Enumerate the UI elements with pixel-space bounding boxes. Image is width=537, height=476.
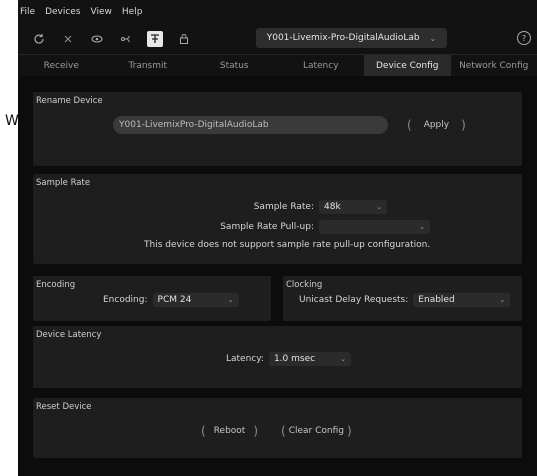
clear-config-button[interactable]: ( Clear Config )	[278, 424, 355, 438]
encoding-label: Encoding:	[103, 295, 148, 305]
close-icon[interactable]	[60, 31, 76, 47]
bracket-left-icon: (	[407, 118, 412, 132]
latency-row: Latency: 1.0 msec ⌄	[226, 352, 351, 366]
encoding-value: PCM 24	[157, 295, 192, 305]
reboot-button[interactable]: ( Reboot )	[193, 424, 266, 438]
tab-transmit[interactable]: Transmit	[105, 55, 192, 77]
reboot-label: Reboot	[213, 426, 246, 436]
network-icon[interactable]	[118, 31, 134, 47]
encoding-row: Encoding: PCM 24 ⌄	[103, 293, 239, 307]
clocking-title: Clocking	[286, 280, 323, 290]
clear-config-label: Clear Config	[288, 426, 344, 436]
identify-icon[interactable]	[147, 31, 163, 47]
chevron-down-icon: ⌄	[429, 33, 437, 43]
sample-rate-pullup-label: Sample Rate Pull-up:	[220, 222, 314, 232]
device-name-value: Y001-LivemixPro-DigitalAudioLab	[119, 120, 269, 130]
reset-device-panel: Reset Device ( Reboot ) ( Clear Config )	[33, 398, 522, 458]
device-config-content: Rename Device Y001-LivemixPro-DigitalAud…	[18, 76, 537, 476]
encoding-select[interactable]: PCM 24 ⌄	[152, 293, 239, 307]
toolbar: Y001-Livemix-Pro-DigitalAudioLab ⌄ ?	[18, 24, 537, 54]
latency-select[interactable]: 1.0 msec ⌄	[268, 352, 351, 366]
sample-rate-label: Sample Rate:	[253, 202, 314, 212]
chevron-down-icon: ⌄	[340, 355, 346, 363]
rename-device-title: Rename Device	[36, 96, 103, 106]
app-window: File Devices View Help Y001-Livemix-Pro-…	[18, 0, 537, 476]
bracket-right-icon: )	[346, 424, 352, 438]
sample-rate-title: Sample Rate	[36, 178, 91, 188]
clocking-panel: Clocking Unicast Delay Requests: Enabled…	[283, 276, 522, 321]
latency-value: 1.0 msec	[273, 354, 316, 364]
menu-help[interactable]: Help	[122, 7, 143, 17]
bracket-right-icon: )	[461, 118, 466, 132]
refresh-icon[interactable]	[31, 31, 47, 47]
sample-rate-select[interactable]: 48k ⌄	[319, 200, 387, 214]
menu-devices[interactable]: Devices	[45, 7, 80, 17]
tab-bar: Receive Transmit Status Latency Device C…	[18, 54, 537, 77]
tab-latency[interactable]: Latency	[278, 55, 365, 77]
device-name-input[interactable]: Y001-LivemixPro-DigitalAudioLab	[113, 116, 388, 134]
encoding-panel: Encoding Encoding: PCM 24 ⌄	[33, 276, 271, 321]
tab-device-config[interactable]: Device Config	[364, 55, 451, 77]
chevron-down-icon: ⌄	[499, 296, 506, 304]
encoding-title: Encoding	[36, 280, 76, 290]
help-icon[interactable]: ?	[517, 31, 531, 45]
bracket-left-icon: (	[281, 424, 286, 438]
bracket-left-icon: (	[201, 424, 206, 438]
latency-label: Latency:	[226, 354, 264, 364]
sample-rate-panel: Sample Rate Sample Rate: 48k ⌄ Sample Ra…	[33, 174, 522, 264]
pullup-note: This device does not support sample rate…	[144, 240, 431, 250]
device-latency-panel: Device Latency Latency: 1.0 msec ⌄	[33, 326, 522, 388]
apply-button[interactable]: ( Apply )	[395, 118, 478, 132]
lock-icon[interactable]	[176, 31, 192, 47]
sample-rate-row: Sample Rate: 48k ⌄	[254, 200, 387, 214]
unicast-delay-label: Unicast Delay Requests:	[299, 295, 409, 305]
sample-rate-pullup-row: Sample Rate Pull-up: ⌄	[220, 220, 430, 234]
chevron-down-icon: ⌄	[227, 296, 234, 304]
rename-device-panel: Rename Device Y001-LivemixPro-DigitalAud…	[33, 92, 522, 166]
clocking-row: Unicast Delay Requests: Enabled ⌄	[299, 293, 511, 307]
chevron-down-icon: ⌄	[419, 223, 425, 231]
chevron-down-icon: ⌄	[376, 203, 382, 211]
bracket-right-icon: )	[253, 424, 259, 438]
eye-icon[interactable]	[89, 31, 105, 47]
sample-rate-value: 48k	[324, 202, 341, 212]
device-select-value: Y001-Livemix-Pro-DigitalAudioLab	[266, 33, 420, 43]
menu-view[interactable]: View	[91, 7, 112, 17]
reset-device-title: Reset Device	[36, 402, 92, 412]
sample-rate-pullup-select[interactable]: ⌄	[319, 220, 430, 234]
tab-status[interactable]: Status	[191, 55, 278, 77]
menu-file[interactable]: File	[20, 7, 35, 17]
menu-bar: File Devices View Help	[18, 0, 537, 24]
apply-label: Apply	[423, 120, 450, 130]
tab-network-config[interactable]: Network Config	[451, 55, 537, 77]
device-select[interactable]: Y001-Livemix-Pro-DigitalAudioLab ⌄	[256, 28, 447, 48]
tab-receive[interactable]: Receive	[18, 55, 105, 77]
device-latency-title: Device Latency	[36, 330, 102, 340]
unicast-delay-select[interactable]: Enabled ⌄	[413, 293, 511, 307]
unicast-delay-value: Enabled	[418, 295, 455, 305]
